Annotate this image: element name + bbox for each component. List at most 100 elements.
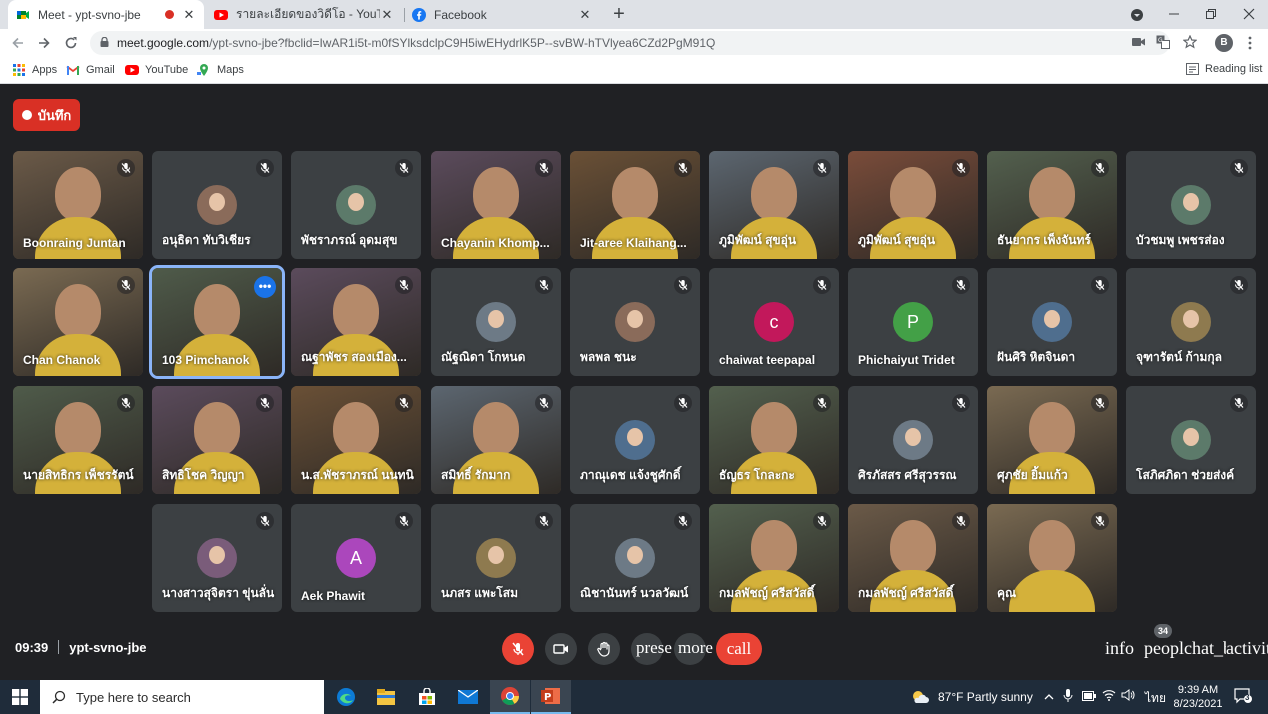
reload-icon[interactable] [61,33,81,53]
participant-tile[interactable]: ณิชานันทร์ นวลวัฒน์ [570,504,700,612]
participant-tile[interactable]: กมลพัชญ์ ศรีสวัสดิ์ [848,504,978,612]
participant-tile[interactable]: นายสิทธิกร เพ็ชรรัตน์ [13,386,143,494]
close-tab-icon[interactable]: ✕ [182,7,196,23]
bookmarks-bar: Apps Gmail YouTube Maps Reading list [0,57,1268,84]
raise-hand-button[interactable] [588,633,620,665]
people-button[interactable]: people [1144,638,1184,659]
participant-name: น.ส.พัชราภรณ์ นนทนิ [301,468,414,482]
end-call-button[interactable]: call [716,633,762,665]
translate-icon[interactable]: G [1155,35,1171,51]
tab-meet[interactable]: Meet - ypt-svno-jbe ✕ [8,0,204,29]
participant-tile[interactable]: พัชราภรณ์ อุดมสุข [291,151,421,259]
participant-tile[interactable]: Chan Chanok [13,268,143,376]
more-options-button[interactable]: more [674,633,713,665]
record-button[interactable]: บันทึก [13,99,80,131]
tile-more-options-icon[interactable]: ••• [254,276,276,298]
participant-tile[interactable]: สมิทธิ์ รักมาก [431,386,561,494]
participant-tile[interactable]: ภาณุเดช แจ้งชูศักดิ์ [570,386,700,494]
participant-tile[interactable]: อนุธิดา ทับวิเชียร [152,151,282,259]
participant-tile[interactable]: คุณ [987,504,1117,612]
taskbar-edge[interactable] [326,680,366,714]
mic-off-button[interactable] [502,633,534,665]
close-window-icon[interactable] [1231,0,1267,29]
camera-permission-icon[interactable] [1130,35,1146,51]
participant-tile[interactable]: A Aek Phawit [291,504,421,612]
participant-name: พลพล ชนะ [580,350,637,364]
url-text[interactable]: meet.google.com/ypt-svno-jbe?fbclid=IwAR… [117,36,715,50]
tray-language[interactable]: ไทย [1145,689,1166,708]
participant-tile[interactable]: ภูมิพัฒน์ สุขอุ่น [709,151,839,259]
taskbar-mail[interactable] [448,680,488,714]
participant-name: chaiwat teepapal [719,353,816,367]
participant-name: ธัญธร โกละกะ [719,468,795,482]
participant-tile[interactable]: ฝันศิริ หิตจินดา [987,268,1117,376]
participant-tile[interactable]: น.ส.พัชราภรณ์ นนทนิ [291,386,421,494]
back-arrow-icon[interactable] [8,33,28,53]
bookmark-maps[interactable]: Maps [197,63,244,77]
bookmark-gmail[interactable]: Gmail [66,63,115,77]
participant-tile[interactable]: ธัญธร โกละกะ [709,386,839,494]
end-call-label: call [726,639,752,658]
participant-tile[interactable]: Boonraing Juntan [13,151,143,259]
weather-widget[interactable]: 87°F Partly sunny [910,689,1033,705]
forward-arrow-icon[interactable] [34,33,54,53]
tray-volume-icon[interactable] [1121,689,1135,704]
tray-wifi-icon[interactable] [1102,689,1116,704]
present-button[interactable]: prese [631,633,672,665]
close-tab-icon[interactable]: ✕ [380,7,394,23]
participant-tile[interactable]: Jit-aree Klaihang... [570,151,700,259]
person-silhouette [194,284,240,338]
profile-avatar[interactable]: B [1215,34,1233,52]
reading-list-button[interactable]: Reading list [1186,63,1262,75]
partly-sunny-icon [913,691,929,703]
action-center-icon[interactable]: 3 [1234,688,1252,704]
tab-search-icon[interactable] [1119,0,1155,29]
participant-tile[interactable]: ศิรภัสสร ศรีสุวรรณ [848,386,978,494]
taskbar-chrome[interactable] [490,680,530,714]
browser-menu-icon[interactable] [1243,34,1257,52]
participant-tile[interactable]: ณัฐณิดา โกหนด [431,268,561,376]
participant-tile[interactable]: กมลพัชญ์ ศรีสวัสดิ์ [709,504,839,612]
tray-overflow-icon[interactable] [1043,689,1055,706]
windows-start-button[interactable] [0,680,40,714]
participant-tile[interactable]: นภสร แพะโสม [431,504,561,612]
taskbar-search-box[interactable]: Type here to search [40,680,324,714]
tab-youtube-studio[interactable]: รายละเอียดของวิดีโอ - YouTube Studio ✕ [206,0,402,29]
taskbar-store[interactable] [407,680,447,714]
activities-button[interactable]: activities [1226,638,1268,659]
participant-tile[interactable]: โสภิศภิดา ช่วยส่งค์ [1126,386,1256,494]
mic-muted-icon [674,276,692,294]
participant-tile[interactable]: ธันยากร เพ็งจันทร์ [987,151,1117,259]
bookmark-star-icon[interactable] [1182,34,1198,51]
participant-tile[interactable]: นางสาวสุจิตรา ขุ่นลั่น [152,504,282,612]
participant-tile[interactable]: ณฐาพัชร สองเมือง... [291,268,421,376]
tab-facebook[interactable]: Facebook ✕ [404,0,600,29]
participant-tile[interactable]: ศุภชัย ยิ้มแก้ว [987,386,1117,494]
participant-tile[interactable]: P Phichaiyut Tridet [848,268,978,376]
participant-tile[interactable]: ภูมิพัฒน์ สุขอุ่น [848,151,978,259]
participant-avatar: P [893,302,933,342]
camera-button[interactable] [545,633,577,665]
participant-tile[interactable]: พลพล ชนะ [570,268,700,376]
chat-button[interactable]: chat_bubble [1184,638,1226,659]
omnibox[interactable]: meet.google.com/ypt-svno-jbe?fbclid=IwAR… [90,31,1198,55]
participant-tile[interactable]: Chayanin Khomp... [431,151,561,259]
taskbar-powerpoint[interactable]: P [531,680,571,714]
minimize-icon[interactable] [1156,0,1192,29]
tray-battery-icon[interactable] [1082,689,1096,704]
tray-microphone-icon[interactable] [1063,689,1073,706]
bookmark-apps[interactable]: Apps [12,63,57,77]
close-tab-icon[interactable]: ✕ [578,7,592,23]
participant-tile[interactable]: จุฑารัตน์ ก้ามกุล [1126,268,1256,376]
participant-tile[interactable]: ••• 103 Pimchanok [149,265,285,379]
present-label: prese [636,638,672,657]
participant-tile[interactable]: c chaiwat teepapal [709,268,839,376]
restore-icon[interactable] [1193,0,1229,29]
new-tab-button[interactable]: + [608,2,630,26]
bookmark-youtube[interactable]: YouTube [125,63,188,77]
taskbar-clock[interactable]: 9:39 AM 8/23/2021 [1170,683,1226,711]
taskbar-file-explorer[interactable] [366,680,406,714]
participant-tile[interactable]: สิทธิโชค วิญญา [152,386,282,494]
meeting-info-button[interactable]: info [1105,638,1134,659]
participant-tile[interactable]: บัวชมพู เพชรส่อง [1126,151,1256,259]
